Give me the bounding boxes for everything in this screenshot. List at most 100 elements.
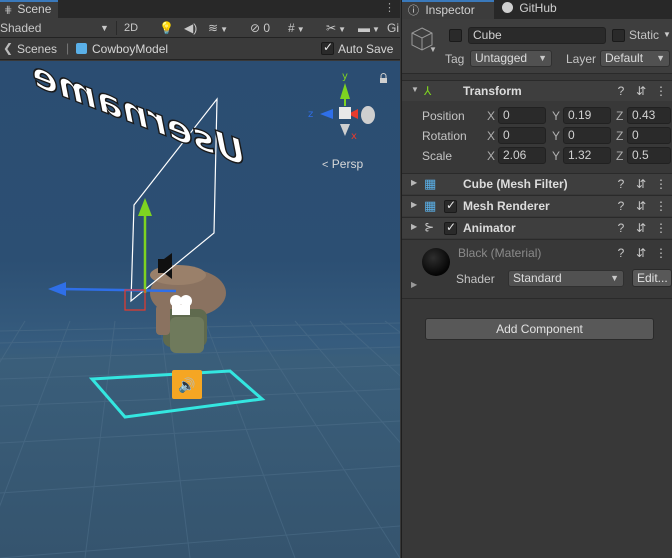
shading-mode-dropdown[interactable]: Shaded ▼ (0, 20, 110, 36)
mesh-renderer-icon: ▦ (424, 198, 437, 213)
foldout-arrow-icon: ▶ (411, 178, 418, 187)
object-name-value: Cube (473, 28, 502, 42)
help-icon[interactable]: ? (614, 176, 628, 192)
breadcrumb-prefab[interactable]: CowboyModel (92, 42, 168, 56)
rotation-y-field[interactable]: 0 (563, 127, 611, 144)
static-dropdown-icon[interactable]: ▼ (663, 30, 671, 39)
animator-header[interactable]: ▶ ⊱ Animator ? ⇵ ⋮ (402, 217, 672, 238)
layer-dropdown[interactable]: Default ▼ (600, 50, 670, 67)
layers-icon: ≋ (208, 21, 219, 35)
auto-save-checkbox[interactable] (321, 40, 334, 55)
static-checkbox[interactable] (612, 29, 625, 42)
kebab-menu-icon[interactable]: ⋮ (654, 245, 668, 261)
presets-icon[interactable]: ⇵ (634, 245, 648, 261)
scale-z-field[interactable]: 0.5 (627, 147, 671, 164)
foldout-arrow-icon[interactable]: ▶ (411, 280, 417, 289)
kebab-menu-icon[interactable]: ⋮ (654, 176, 668, 192)
chevron-down-icon[interactable]: ▼ (429, 45, 437, 54)
material-preview-icon[interactable] (422, 248, 450, 276)
help-icon[interactable]: ? (614, 198, 628, 214)
mesh-renderer-title: Mesh Renderer (463, 199, 550, 213)
tools-dropdown[interactable]: ✂ ▼ (326, 20, 356, 36)
foldout-arrow-icon: ▶ (411, 222, 418, 231)
scale-z-value: 0.5 (632, 148, 649, 162)
position-x-axis: X (487, 109, 496, 123)
mesh-filter-title: Cube (Mesh Filter) (463, 177, 568, 191)
camera-dropdown[interactable]: ▬ ▼ (358, 20, 386, 36)
audio-toggle[interactable]: ◀) (184, 20, 198, 36)
pivot-plane-handle[interactable] (124, 289, 146, 311)
presets-icon[interactable]: ⇵ (634, 220, 648, 236)
gizmo-axis-z-label: z (308, 109, 313, 120)
mesh-renderer-enabled-checkbox[interactable] (444, 198, 457, 213)
position-label: Position (422, 109, 465, 123)
rotation-y-axis: Y (552, 129, 561, 143)
position-x-field[interactable]: 0 (498, 107, 546, 124)
mode-2d-label: 2D (124, 22, 139, 34)
transform-header[interactable]: ▼ ⅄ Transform ? ⇵ ⋮ (402, 80, 672, 101)
animator-icon: ⊱ (424, 220, 435, 234)
shader-label: Shader (456, 272, 495, 286)
foldout-arrow-icon: ▶ (411, 200, 418, 209)
help-icon[interactable]: ? (614, 220, 628, 236)
shading-mode-label: Shaded (0, 21, 42, 35)
effects-dropdown[interactable]: ≋ ▼ (208, 20, 234, 36)
object-name-field[interactable]: Cube (468, 27, 606, 44)
grid-dropdown[interactable]: # ▼ (288, 20, 318, 36)
tab-scene[interactable]: ⋕ Scene (0, 0, 58, 18)
scale-x-field[interactable]: 2.06 (498, 147, 546, 164)
animator-enabled-checkbox[interactable] (444, 220, 457, 235)
transform-icon: ⅄ (424, 84, 432, 98)
tag-dropdown[interactable]: Untagged ▼ (470, 50, 552, 67)
orientation-gizmo[interactable]: y z x (308, 71, 375, 142)
scene-toolbar: Shaded ▼ 2D 💡 ◀) ≋ ▼ ⊘ 0 # ▼ ✂ ▼ ▬ ▼ Gi (0, 18, 400, 38)
rotation-z-value: 0 (632, 128, 639, 142)
help-icon[interactable]: ? (614, 245, 628, 261)
lighting-toggle[interactable]: 💡 (159, 20, 174, 36)
component-header-icons: ? ⇵ ⋮ (610, 220, 672, 236)
presets-icon[interactable]: ⇵ (634, 83, 648, 99)
speaker-icon: ◀) (184, 21, 198, 35)
back-chevron-icon[interactable]: ❮ (3, 41, 13, 55)
edit-shader-button[interactable]: Edit... (632, 269, 672, 287)
kebab-menu-icon[interactable]: ⋮ (654, 198, 668, 214)
material-header-icons: ? ⇵ ⋮ (610, 245, 672, 261)
gizmos-dropdown[interactable]: Gi (387, 20, 401, 36)
scale-y-field[interactable]: 1.32 (563, 147, 611, 164)
tab-inspector[interactable]: ⓘ Inspector (402, 0, 494, 19)
kebab-menu-icon[interactable]: ⋮ (654, 220, 668, 236)
audio-source-gizmo-icon[interactable]: 🔊 (172, 370, 202, 399)
breadcrumb-scenes[interactable]: Scenes (17, 42, 57, 56)
floor-grid (0, 320, 400, 558)
scale-label: Scale (422, 149, 453, 163)
hidden-objects-toggle[interactable]: ⊘ 0 (250, 20, 282, 36)
projection-toggle[interactable]: < Persp (322, 157, 363, 171)
tab-scene-label: Scene (17, 2, 52, 16)
kebab-menu-icon[interactable]: ⋮ (654, 83, 668, 99)
mesh-filter-header[interactable]: ▶ ▦ Cube (Mesh Filter) ? ⇵ ⋮ (402, 173, 672, 194)
help-icon[interactable]: ? (614, 83, 628, 99)
material-section: Black (Material) ? ⇵ ⋮ ▶ Shader Standard… (402, 239, 672, 299)
rotation-y-value: 0 (568, 128, 575, 142)
tab-menu-icon[interactable]: ⋮ (384, 1, 395, 14)
mesh-renderer-header[interactable]: ▶ ▦ Mesh Renderer ? ⇵ ⋮ (402, 195, 672, 216)
lock-icon[interactable] (380, 73, 387, 84)
camera-gizmo-icon (170, 295, 192, 315)
mode-2d-button[interactable]: 2D (124, 20, 144, 36)
scene-viewport[interactable]: 🔊 Username y z x < Persp (0, 61, 400, 558)
active-checkbox[interactable] (449, 29, 462, 42)
add-component-button[interactable]: Add Component (425, 318, 654, 340)
shader-dropdown[interactable]: Standard ▼ (508, 270, 624, 287)
presets-icon[interactable]: ⇵ (634, 176, 648, 192)
position-z-field[interactable]: 0.43 (627, 107, 671, 124)
presets-icon[interactable]: ⇵ (634, 198, 648, 214)
position-y-field[interactable]: 0.19 (563, 107, 611, 124)
rotation-z-field[interactable]: 0 (627, 127, 671, 144)
position-y-value: 0.19 (568, 108, 592, 122)
animator-title: Animator (463, 221, 516, 235)
tab-github[interactable]: GitHub (502, 0, 582, 19)
rotation-x-field[interactable]: 0 (498, 127, 546, 144)
component-header-icons: ? ⇵ ⋮ (610, 83, 672, 99)
hidden-count: 0 (263, 21, 271, 35)
tab-github-label: GitHub (519, 1, 557, 15)
